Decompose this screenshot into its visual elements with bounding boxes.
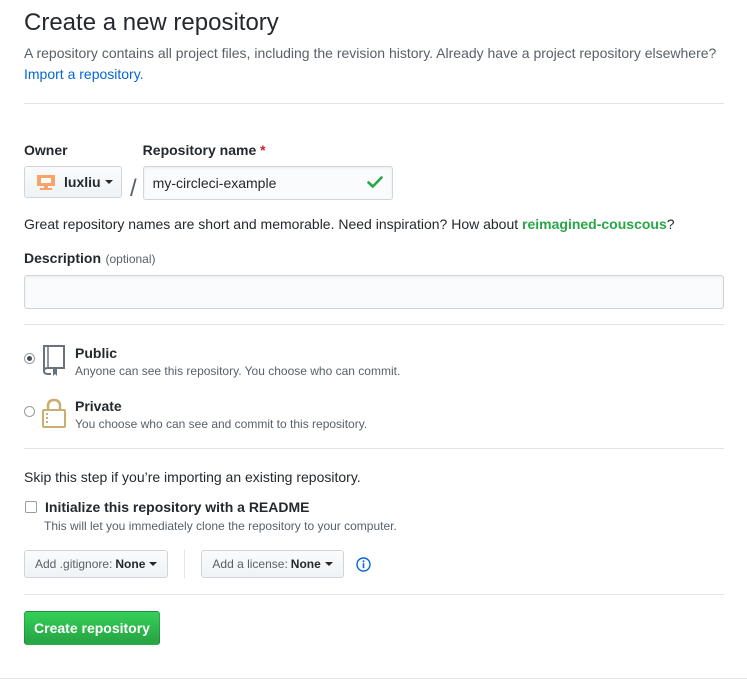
owner-repo-separator: / <box>130 175 137 202</box>
private-text: Private You choose who can see and commi… <box>75 397 367 433</box>
license-label: Add a license: <box>212 557 288 571</box>
caret-down-icon <box>104 180 113 184</box>
divider <box>24 448 724 449</box>
import-repository-link[interactable]: Import a repository. <box>24 66 144 82</box>
hint-text: Great repository names are short and mem… <box>24 216 519 232</box>
repo-name-hint: Great repository names are short and mem… <box>24 214 724 234</box>
repo-name-group: Repository name * my-circleci-example <box>142 142 393 200</box>
owner-avatar <box>37 173 55 191</box>
gitignore-value: None <box>115 557 146 571</box>
optional-note: (optional) <box>105 252 156 266</box>
license-value: None <box>290 557 321 571</box>
gitignore-select[interactable]: Add .gitignore: None <box>24 550 169 578</box>
repo-name-label: Repository name * <box>143 142 393 158</box>
init-readme-checkbox[interactable] <box>25 501 37 513</box>
info-icon[interactable] <box>356 556 371 572</box>
owner-repo-row: Owner luxliu / Repository name * my-circ… <box>24 142 724 203</box>
init-readme-note: This will let you immediately clone the … <box>44 519 397 533</box>
description-label-row: Description (optional) <box>24 250 724 268</box>
visibility-option-public[interactable]: Public Anyone can see this repository. Y… <box>24 344 724 380</box>
repo-name-label-text: Repository name <box>142 142 257 158</box>
public-radio[interactable] <box>24 353 35 364</box>
repo-icon <box>41 344 67 376</box>
page-title: Create a new repository <box>24 9 279 36</box>
divider <box>24 324 724 325</box>
owner-select-button[interactable]: luxliu <box>24 166 122 198</box>
vertical-divider <box>184 550 186 578</box>
hint-end: ? <box>666 216 675 232</box>
private-title: Private <box>75 398 122 414</box>
repo-name-input[interactable]: my-circleci-example <box>142 166 393 200</box>
page-bottom-divider <box>0 678 747 679</box>
public-title: Public <box>75 345 118 361</box>
create-repository-button[interactable]: Create repository <box>24 611 160 645</box>
description-label: Description <box>24 250 102 266</box>
caret-down-icon <box>324 562 333 566</box>
gitignore-label: Add .gitignore: <box>35 557 113 571</box>
required-mark: * <box>260 142 266 158</box>
owner-name: luxliu <box>64 174 101 190</box>
description-text: A repository contains all project files,… <box>24 45 717 61</box>
repo-name-value: my-circleci-example <box>152 175 277 191</box>
description-input[interactable] <box>24 275 724 309</box>
template-selects: Add .gitignore: None Add a license: None <box>24 550 724 578</box>
divider <box>24 103 724 104</box>
divider <box>24 594 724 595</box>
public-text: Public Anyone can see this repository. Y… <box>75 344 400 380</box>
owner-label: Owner <box>24 142 68 158</box>
check-icon <box>366 175 383 192</box>
init-readme-label[interactable]: Initialize this repository with a README <box>45 499 309 515</box>
caret-down-icon <box>149 562 158 566</box>
init-readme-row[interactable]: Initialize this repository with a README <box>24 499 724 515</box>
new-repo-form: Create a new repository A repository con… <box>24 0 724 645</box>
owner-group: Owner luxliu <box>24 142 122 198</box>
public-note: Anyone can see this repository. You choo… <box>75 364 401 378</box>
private-radio[interactable] <box>24 406 35 417</box>
lock-icon <box>41 397 67 429</box>
page-description: A repository contains all project files,… <box>24 43 724 85</box>
private-note: You choose who can see and commit to thi… <box>75 417 368 431</box>
skip-text: Skip this step if you’re importing an ex… <box>24 469 361 485</box>
visibility-option-private[interactable]: Private You choose who can see and commi… <box>24 397 724 433</box>
license-select[interactable]: Add a license: None <box>201 550 344 578</box>
suggested-name[interactable]: reimagined-couscous <box>522 216 667 232</box>
